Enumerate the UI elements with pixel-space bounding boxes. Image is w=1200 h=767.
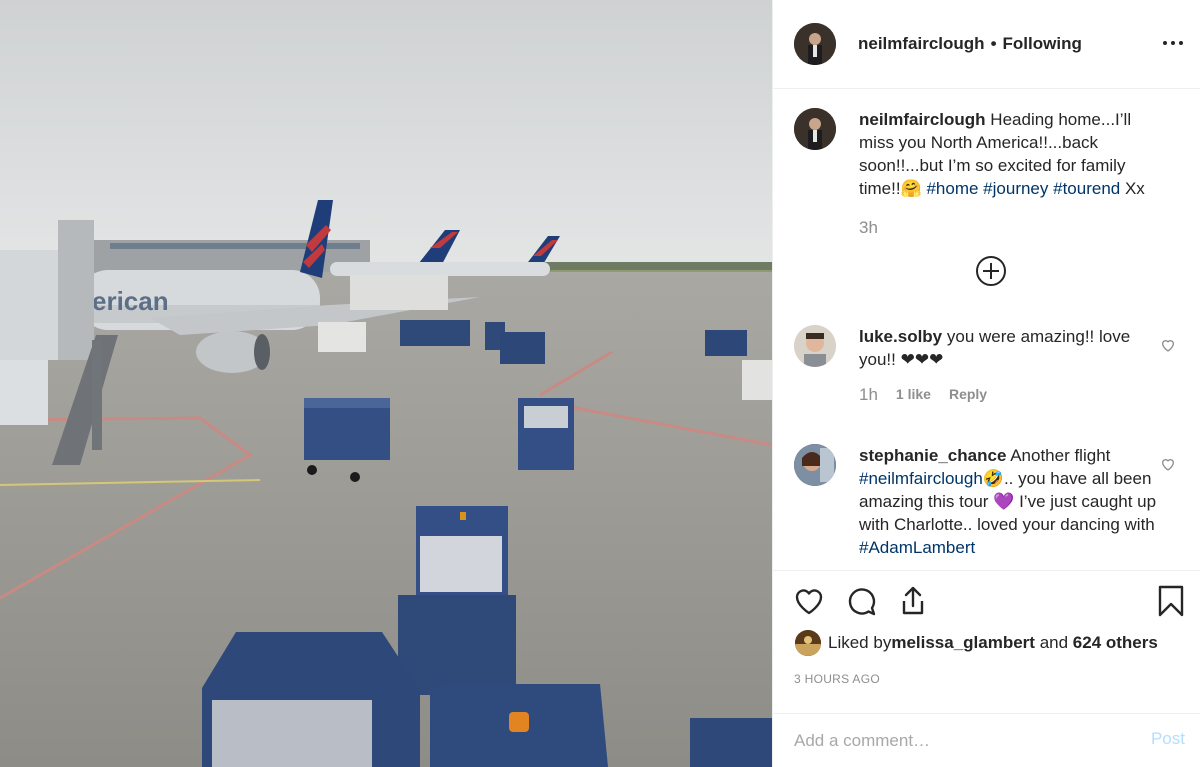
post-sidebar: neilmfairclough • Following neilmfairclo…	[772, 0, 1200, 767]
post-button[interactable]: Post	[1151, 729, 1185, 749]
heart-icon[interactable]	[1160, 456, 1176, 472]
hashtag-link[interactable]: #tourend	[1053, 179, 1120, 198]
comment-likes[interactable]: 1 like	[896, 383, 931, 406]
comment-text: Another flight	[1006, 446, 1111, 465]
liked-by-user[interactable]: melissa_glambert	[891, 633, 1035, 653]
more-options-icon[interactable]	[1162, 32, 1184, 54]
comment-body: luke.solby you were amazing!! love you!!…	[859, 325, 1159, 406]
post-timestamp[interactable]: 3 HOURS AGO	[794, 672, 880, 686]
hashtag-link[interactable]: #neilmfairclough	[859, 469, 983, 488]
post-photo[interactable]: erican	[0, 0, 772, 767]
share-icon[interactable]	[896, 584, 930, 618]
comment-body: stephanie_chance Another flight #neilmfa…	[859, 444, 1159, 559]
caption-time[interactable]: 3h	[859, 216, 878, 239]
likes-summary: Liked by melissa_glambert and 624 others	[795, 630, 1158, 656]
reply-button[interactable]: Reply	[949, 383, 987, 406]
following-button[interactable]: Following	[1003, 34, 1082, 54]
caption-text-end: Xx	[1120, 179, 1145, 198]
hashtag-link[interactable]: #AdamLambert	[859, 538, 975, 557]
comment-item: luke.solby you were amazing!! love you!!…	[794, 325, 1184, 425]
hashtag-link[interactable]: #home	[926, 179, 978, 198]
airport-apron-photo: erican	[0, 0, 772, 767]
bookmark-icon[interactable]	[1154, 584, 1188, 618]
caption: neilmfairclough Heading home...I’ll miss…	[794, 108, 1184, 238]
comments-section: neilmfairclough Heading home...I’ll miss…	[773, 90, 1200, 570]
caption-body: neilmfairclough Heading home...I’ll miss…	[859, 108, 1159, 239]
separator-dot: •	[990, 34, 997, 53]
comment-time[interactable]: 1h	[859, 383, 878, 406]
comment-form: Post	[773, 713, 1200, 767]
liked-by-and: and	[1034, 633, 1073, 652]
commenter-avatar[interactable]	[794, 325, 836, 367]
author-username[interactable]: neilmfairclough	[858, 34, 985, 54]
caption-meta: 3h	[859, 216, 1159, 239]
comment-input[interactable]	[794, 730, 1124, 751]
author-avatar[interactable]	[794, 23, 836, 65]
post-actions: Liked by melissa_glambert and 624 others…	[773, 570, 1200, 713]
heart-icon[interactable]	[792, 584, 826, 618]
header-text: neilmfairclough • Following	[858, 34, 1082, 54]
comment-meta: 1h 1 like Reply	[859, 383, 1159, 406]
comment-username[interactable]: stephanie_chance	[859, 446, 1006, 465]
comment-item: stephanie_chance Another flight #neilmfa…	[794, 444, 1184, 570]
caption-avatar[interactable]	[794, 108, 836, 150]
liked-by-prefix: Liked by	[828, 633, 892, 652]
liker-avatar[interactable]	[795, 630, 821, 656]
comment-icon[interactable]	[845, 584, 879, 618]
svg-text:erican: erican	[92, 286, 169, 316]
load-more-icon[interactable]	[975, 255, 1007, 287]
comment-username[interactable]: luke.solby	[859, 327, 942, 346]
caption-username[interactable]: neilmfairclough	[859, 110, 986, 129]
likes-count[interactable]: 624 others	[1073, 633, 1158, 653]
hashtag-link[interactable]: #journey	[983, 179, 1048, 198]
heart-icon[interactable]	[1160, 337, 1176, 353]
post-header: neilmfairclough • Following	[773, 0, 1200, 89]
commenter-avatar[interactable]	[794, 444, 836, 486]
